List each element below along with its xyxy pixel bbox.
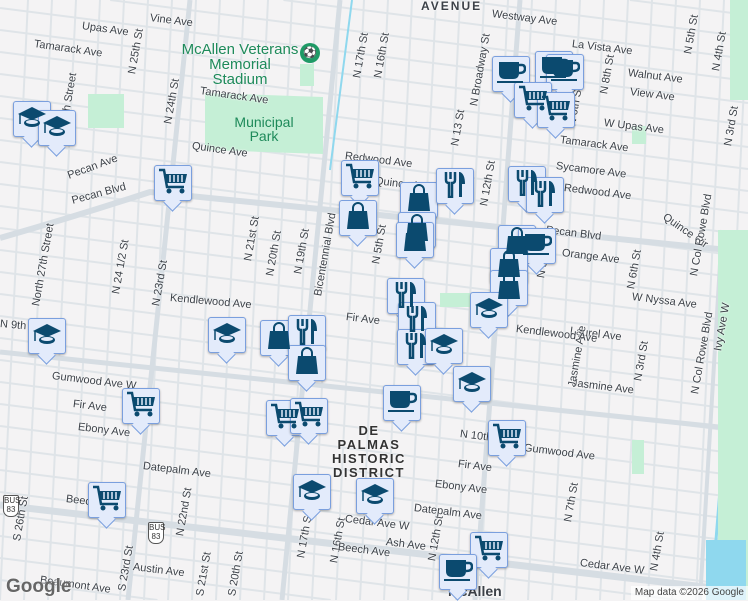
education-marker[interactable] — [28, 318, 66, 354]
grocery-marker[interactable] — [537, 92, 575, 128]
education-marker[interactable] — [470, 292, 508, 328]
education-icon — [212, 320, 242, 351]
canal-greenway — [730, 0, 748, 100]
restaurant-icon — [533, 179, 557, 212]
restaurant-icon — [443, 170, 467, 203]
grocery-marker[interactable] — [154, 165, 192, 201]
park-area — [632, 440, 644, 474]
education-icon — [297, 477, 327, 508]
shopping-marker[interactable] — [339, 200, 377, 236]
education-icon — [474, 295, 504, 326]
cafe-icon — [387, 388, 418, 419]
cafe-marker[interactable] — [439, 554, 477, 590]
shopping-icon — [402, 223, 428, 257]
education-icon — [32, 321, 62, 352]
grocery-icon — [345, 162, 375, 195]
cafe-icon — [550, 57, 581, 88]
stadium-label[interactable]: McAllen Veterans Memorial Stadium — [180, 42, 300, 87]
grocery-icon — [541, 94, 571, 127]
grocery-icon — [158, 167, 188, 200]
grocery-icon — [474, 534, 504, 567]
area-label: AVENUE — [421, 0, 483, 13]
cafe-marker[interactable] — [383, 385, 421, 421]
restaurant-marker[interactable] — [436, 168, 474, 204]
park-area — [300, 64, 314, 86]
shopping-icon — [294, 346, 320, 380]
google-logo[interactable]: Google — [6, 577, 71, 597]
map-attribution[interactable]: Map data ©2026 Google — [630, 586, 748, 600]
bus-83-shield: BUS 83 — [3, 495, 20, 517]
grocery-marker[interactable] — [122, 388, 160, 424]
map-canvas[interactable]: McAllen Veterans Memorial Stadium ⚽ Muni… — [0, 0, 748, 600]
education-marker[interactable] — [208, 317, 246, 353]
education-icon — [457, 369, 487, 400]
grocery-icon — [126, 390, 156, 423]
minor-street — [263, 0, 293, 600]
grocery-marker[interactable] — [488, 420, 526, 456]
education-icon — [42, 113, 72, 144]
park-label[interactable]: Municipal Park — [232, 115, 296, 143]
grocery-icon — [92, 484, 122, 517]
park-area — [88, 94, 124, 128]
grocery-marker[interactable] — [88, 482, 126, 518]
grocery-icon — [492, 422, 522, 455]
shopping-marker[interactable] — [288, 345, 326, 381]
shopping-icon — [345, 201, 371, 235]
education-marker[interactable] — [293, 474, 331, 510]
education-marker[interactable] — [356, 478, 394, 514]
education-marker[interactable] — [425, 328, 463, 364]
stadium-icon[interactable]: ⚽ — [300, 43, 320, 63]
education-icon — [429, 331, 459, 362]
education-icon — [360, 481, 390, 512]
grocery-marker[interactable] — [341, 160, 379, 196]
cafe-icon — [443, 557, 474, 588]
district-label: DE PALMAS HISTORIC DISTRICT — [332, 423, 406, 480]
education-marker[interactable] — [38, 110, 76, 146]
park-area — [440, 293, 470, 307]
education-marker[interactable] — [453, 366, 491, 402]
bus-83-shield: BUS 83 — [148, 522, 165, 544]
